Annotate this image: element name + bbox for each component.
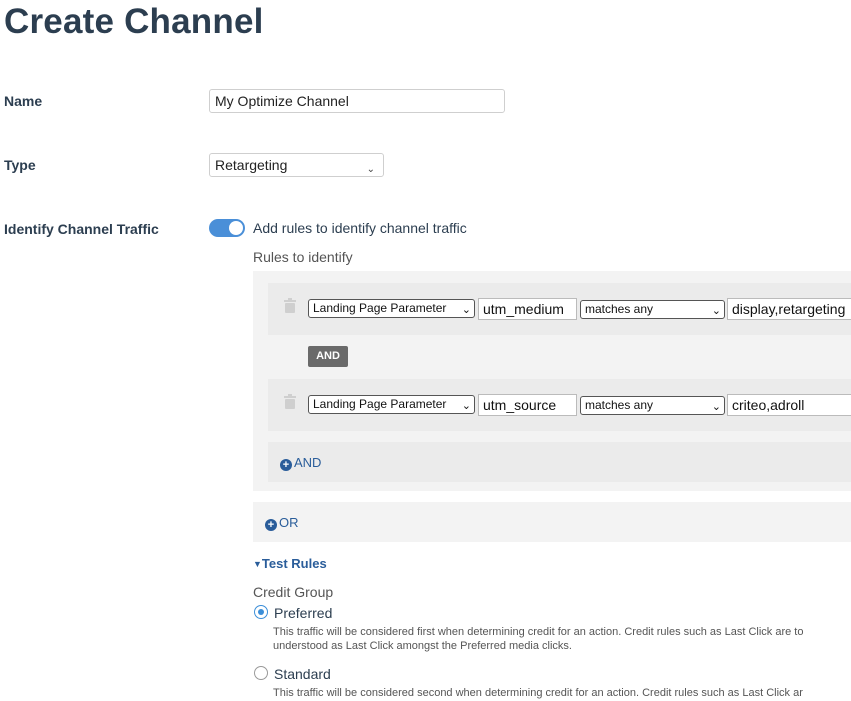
rule-parameter-select[interactable]: Landing Page Parameter ⌄ <box>308 299 475 318</box>
rules-heading: Rules to identify <box>253 249 353 265</box>
chevron-down-icon: ⌄ <box>711 305 721 317</box>
rule-parameter-select[interactable]: Landing Page Parameter ⌄ <box>308 395 475 414</box>
rule-operator-value: matches any <box>585 398 654 412</box>
and-badge: AND <box>308 346 348 367</box>
radio-selected-dot <box>258 609 264 615</box>
rule-key-input[interactable]: utm_source <box>478 394 577 416</box>
radio-standard[interactable] <box>254 666 268 680</box>
caret-down-icon: ▼ <box>253 559 262 569</box>
radio-preferred[interactable] <box>254 605 268 619</box>
test-rules-toggle[interactable]: ▼Test Rules <box>253 556 327 571</box>
page-title: Create Channel <box>4 2 264 41</box>
add-or-row <box>253 502 851 542</box>
identify-traffic-label: Identify Channel Traffic <box>4 221 159 237</box>
chevron-down-icon: ⌄ <box>711 401 721 413</box>
rule-value-input[interactable]: display,retargeting <box>727 298 851 320</box>
add-and-row <box>268 442 851 482</box>
rule-parameter-value: Landing Page Parameter <box>313 397 447 411</box>
add-and-button[interactable]: + AND <box>280 455 321 471</box>
trash-icon[interactable] <box>283 394 297 409</box>
type-label: Type <box>4 157 36 173</box>
plus-circle-icon: + <box>280 459 292 471</box>
type-select-value: Retargeting <box>215 157 288 173</box>
toggle-label: Add rules to identify channel traffic <box>253 220 467 236</box>
credit-group-label: Credit Group <box>253 584 334 600</box>
chevron-down-icon: ⌄ <box>461 400 471 412</box>
preferred-description-line2: understood as Last Click amongst the Pre… <box>273 640 572 652</box>
rule-operator-select[interactable]: matches any ⌄ <box>580 396 725 415</box>
identify-traffic-toggle[interactable] <box>209 219 245 237</box>
radio-preferred-label: Preferred <box>274 605 333 621</box>
type-select[interactable]: Retargeting ⌄ <box>209 153 384 177</box>
rule-parameter-value: Landing Page Parameter <box>313 301 447 315</box>
chevron-down-icon: ⌄ <box>461 304 471 316</box>
rule-operator-value: matches any <box>585 302 654 316</box>
chevron-down-icon: ⌄ <box>366 164 375 175</box>
radio-standard-label: Standard <box>274 666 331 682</box>
preferred-description-line1: This traffic will be considered first wh… <box>273 626 804 638</box>
test-rules-label: Test Rules <box>261 556 327 571</box>
rule-value-input[interactable]: criteo,adroll <box>727 394 851 416</box>
add-or-label: OR <box>279 515 299 530</box>
rule-operator-select[interactable]: matches any ⌄ <box>580 300 725 319</box>
standard-description-line1: This traffic will be considered second w… <box>273 687 803 699</box>
name-input[interactable]: My Optimize Channel <box>209 89 505 113</box>
add-or-button[interactable]: + OR <box>265 515 299 531</box>
name-label: Name <box>4 93 43 109</box>
rule-key-input[interactable]: utm_medium <box>478 298 577 320</box>
trash-icon[interactable] <box>283 298 297 313</box>
toggle-knob <box>229 221 243 235</box>
plus-circle-icon: + <box>265 519 277 531</box>
add-and-label: AND <box>294 455 322 470</box>
